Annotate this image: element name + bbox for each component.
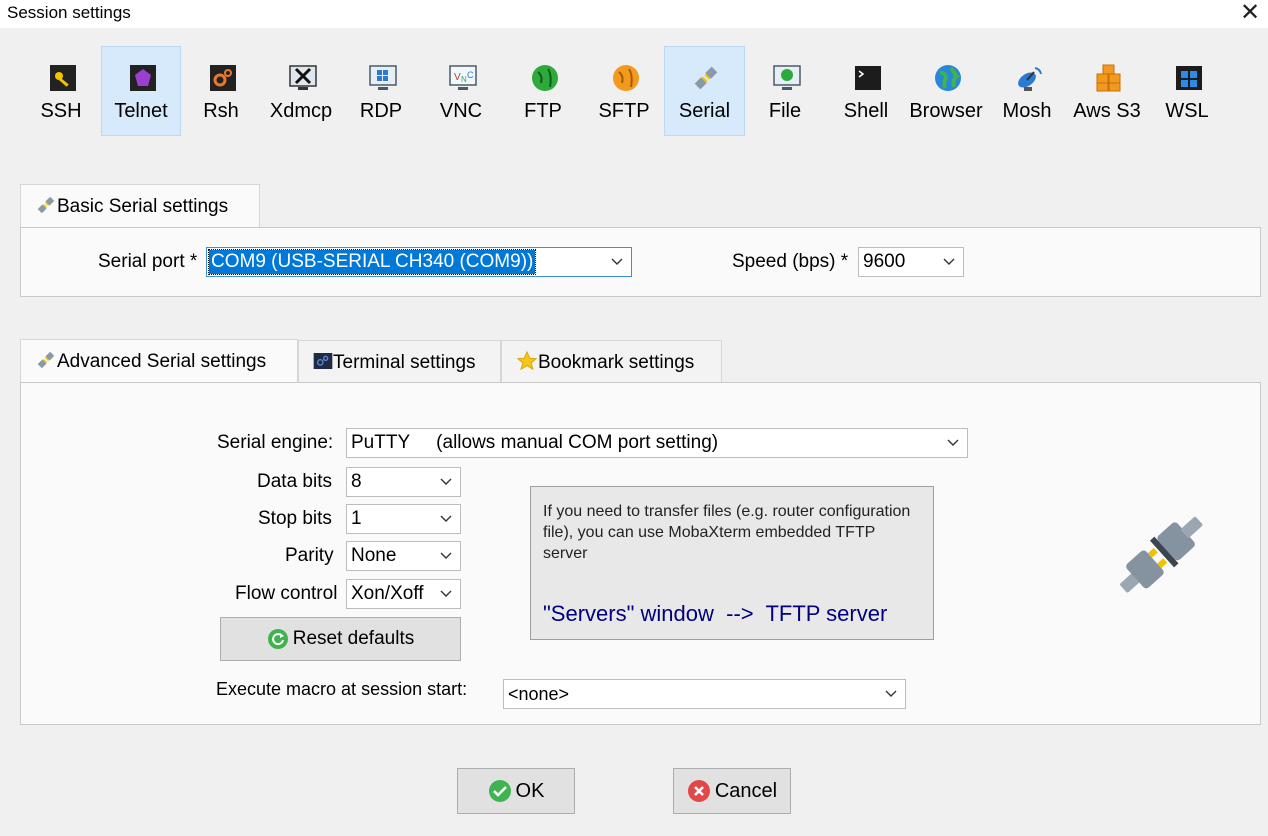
session-type-ssh[interactable]: SSH [21, 46, 101, 136]
tab-basic-serial-settings[interactable]: Basic Serial settings [20, 184, 260, 228]
star-icon [516, 350, 538, 371]
svg-text:V: V [454, 72, 461, 83]
xdmcp-icon [289, 65, 317, 90]
flow-control-select[interactable]: Xon/Xoff [346, 579, 461, 609]
chevron-down-icon [943, 258, 955, 265]
speed-label: Speed (bps) * [732, 251, 849, 272]
aws-s3-cubes-icon [1096, 64, 1121, 92]
rdp-monitor-icon [369, 65, 397, 90]
refresh-icon [267, 629, 288, 649]
macro-select[interactable]: <none> [503, 679, 906, 709]
shell-terminal-icon [855, 66, 881, 90]
plug-icon [37, 351, 55, 369]
chevron-down-icon [947, 439, 959, 446]
stop-bits-label: Stop bits [258, 508, 332, 529]
chevron-down-icon [440, 552, 452, 559]
session-type-telnet[interactable]: Telnet [101, 46, 181, 136]
checkmark-icon [488, 780, 511, 802]
macro-label: Execute macro at session start: [216, 679, 468, 699]
vnc-icon: VNC [449, 65, 477, 90]
chevron-down-icon [885, 690, 897, 697]
chevron-down-icon [440, 515, 452, 522]
speed-select[interactable]: 9600 [858, 247, 964, 277]
parity-select[interactable]: None [346, 541, 461, 571]
session-type-mosh[interactable]: Mosh [987, 46, 1067, 136]
chevron-down-icon [611, 258, 623, 265]
chevron-down-icon [440, 478, 452, 485]
svg-text:C: C [467, 70, 474, 80]
flow-control-label: Flow control [235, 583, 338, 604]
session-type-ftp[interactable]: FTP [503, 46, 583, 136]
wsl-windows-icon [1176, 66, 1202, 90]
tftp-info-box: If you need to transfer files (e.g. rout… [530, 486, 934, 640]
cancel-x-icon [687, 780, 710, 802]
terminal-icon [313, 352, 333, 369]
close-icon[interactable]: ✕ [1238, 1, 1262, 25]
session-type-shell[interactable]: Shell [826, 46, 906, 136]
session-type-vnc[interactable]: VNC VNC [421, 46, 501, 136]
rsh-icon [210, 65, 236, 91]
data-bits-select[interactable]: 8 [346, 467, 461, 497]
cancel-button[interactable]: Cancel [673, 768, 791, 814]
browser-globe-icon [935, 65, 961, 91]
tab-bookmark-settings[interactable]: Bookmark settings [501, 340, 722, 384]
session-type-xdmcp[interactable]: Xdmcp [261, 46, 341, 136]
serial-plug-icon [694, 66, 718, 90]
file-monitor-icon [773, 65, 801, 90]
tab-terminal-settings[interactable]: Terminal settings [298, 340, 501, 384]
reset-defaults-button[interactable]: Reset defaults [220, 617, 461, 661]
session-type-rsh[interactable]: Rsh [181, 46, 261, 136]
session-type-serial[interactable]: Serial [664, 46, 745, 136]
session-type-rdp[interactable]: RDP [341, 46, 421, 136]
session-type-aws-s3[interactable]: Aws S3 [1067, 46, 1147, 136]
serial-port-label: Serial port * [98, 251, 198, 272]
serial-engine-label: Serial engine: [217, 432, 334, 453]
parity-label: Parity [285, 545, 334, 566]
telnet-icon [130, 65, 156, 91]
serial-engine-select[interactable]: PuTTY (allows manual COM port setting) [346, 428, 968, 458]
tftp-server-link[interactable]: "Servers" window --> TFTP server [543, 601, 887, 627]
title-bar: Session settings ✕ [0, 0, 1268, 28]
stop-bits-select[interactable]: 1 [346, 504, 461, 534]
tftp-info-text: If you need to transfer files (e.g. rout… [543, 503, 911, 562]
serial-plug-illustration-icon [1120, 516, 1203, 593]
sftp-globe-icon [613, 65, 639, 91]
ssh-key-icon [50, 65, 76, 91]
ftp-globe-icon [532, 65, 558, 91]
chevron-down-icon [440, 590, 452, 597]
mosh-satellite-icon [1018, 67, 1042, 91]
serial-port-select[interactable]: COM9 (USB-SERIAL CH340 (COM9)) [206, 247, 632, 277]
session-type-file[interactable]: File [745, 46, 825, 136]
ok-button[interactable]: OK [457, 768, 575, 814]
tab-advanced-serial-settings[interactable]: Advanced Serial settings [20, 339, 298, 383]
plug-icon [37, 196, 55, 214]
session-type-sftp[interactable]: SFTP [584, 46, 664, 136]
session-type-wsl[interactable]: WSL [1147, 46, 1227, 136]
window-title: Session settings [7, 3, 131, 22]
data-bits-label: Data bits [257, 471, 332, 492]
session-type-browser[interactable]: Browser [906, 46, 986, 136]
